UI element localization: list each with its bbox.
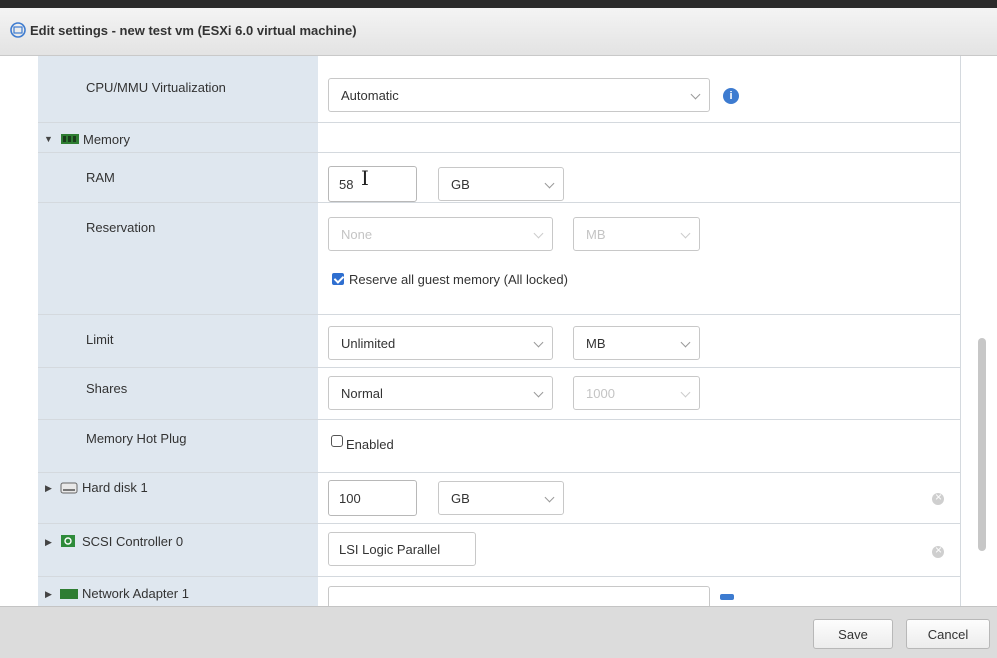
scsi-type-select[interactable]: LSI Logic Parallel xyxy=(328,532,476,566)
divider xyxy=(38,472,960,473)
chevron-down-icon xyxy=(544,178,555,189)
ram-label: RAM xyxy=(86,170,115,185)
shares-value: Normal xyxy=(341,386,383,401)
shares-label: Shares xyxy=(86,381,128,396)
divider xyxy=(38,314,960,315)
memory-hot-plug-label: Memory Hot Plug xyxy=(86,431,187,446)
settings-content: CPU/MMU Virtualization Automatic i ▼ Mem… xyxy=(0,56,997,606)
reservation-unit-value: MB xyxy=(586,227,606,242)
limit-value: Unlimited xyxy=(341,336,396,351)
hard-disk-unit-value: GB xyxy=(451,491,470,506)
chevron-down-icon xyxy=(533,228,544,239)
hard-disk-icon xyxy=(60,482,78,494)
expand-triangle-icon[interactable]: ▶ xyxy=(45,483,52,494)
limit-unit-value: MB xyxy=(586,336,606,351)
expand-triangle-icon[interactable]: ▶ xyxy=(45,537,52,548)
chevron-down-icon xyxy=(690,89,701,100)
shares-number-value: 1000 xyxy=(586,386,615,401)
divider xyxy=(38,576,960,577)
cancel-button[interactable]: Cancel xyxy=(906,619,990,649)
chevron-down-icon xyxy=(680,387,691,398)
reservation-unit-select[interactable]: MB xyxy=(573,217,700,251)
cpu-mmu-value: Automatic xyxy=(341,88,399,103)
chevron-down-icon xyxy=(533,387,544,398)
dialog-footer: Save Cancel xyxy=(0,606,997,658)
chevron-down-icon xyxy=(533,337,544,348)
remove-scsi-icon[interactable] xyxy=(932,543,944,558)
dialog-titlebar: Edit settings - new test vm (ESXi 6.0 vi… xyxy=(0,8,997,56)
divider xyxy=(38,523,960,524)
remove-hard-disk-icon[interactable] xyxy=(932,490,944,505)
limit-select[interactable]: Unlimited xyxy=(328,326,553,360)
reserve-all-checkbox[interactable] xyxy=(332,273,344,285)
memory-section-label[interactable]: Memory xyxy=(83,132,130,147)
network-adapter-label[interactable]: Network Adapter 1 xyxy=(82,586,189,601)
network-adapter-icon xyxy=(60,589,78,599)
reservation-value: None xyxy=(341,227,373,242)
divider xyxy=(38,367,960,368)
vm-icon xyxy=(10,22,26,38)
scsi-controller-icon xyxy=(61,535,75,547)
reservation-select[interactable]: None xyxy=(328,217,553,251)
dialog-title: Edit settings - new test vm (ESXi 6.0 vi… xyxy=(30,23,357,38)
expand-triangle-icon[interactable]: ▶ xyxy=(45,589,52,600)
text-cursor-icon: I xyxy=(361,166,369,190)
limit-label: Limit xyxy=(86,332,114,347)
hot-plug-enabled-label[interactable]: Enabled xyxy=(346,437,394,452)
divider xyxy=(38,202,960,203)
info-icon[interactable]: i xyxy=(723,88,739,104)
scrollbar-thumb[interactable] xyxy=(978,338,986,551)
reservation-label: Reservation xyxy=(86,220,156,235)
cpu-mmu-label: CPU/MMU Virtualization xyxy=(86,80,226,95)
reserve-all-label[interactable]: Reserve all guest memory (All locked) xyxy=(349,272,568,287)
limit-unit-select[interactable]: MB xyxy=(573,326,700,360)
scsi-controller-label[interactable]: SCSI Controller 0 xyxy=(82,534,183,549)
chevron-down-icon xyxy=(544,492,555,503)
divider xyxy=(38,419,960,420)
ram-input[interactable] xyxy=(328,166,417,202)
ram-unit-value: GB xyxy=(451,177,470,192)
hot-plug-checkbox[interactable] xyxy=(331,435,343,447)
network-status-icon xyxy=(720,594,734,600)
hard-disk-label[interactable]: Hard disk 1 xyxy=(82,480,148,495)
chevron-down-icon xyxy=(680,337,691,348)
expand-triangle-icon[interactable]: ▼ xyxy=(44,134,53,144)
scsi-type-value: LSI Logic Parallel xyxy=(339,542,441,557)
ram-unit-select[interactable]: GB xyxy=(438,167,564,201)
divider xyxy=(38,152,960,153)
save-button[interactable]: Save xyxy=(813,619,893,649)
hard-disk-unit-select[interactable]: GB xyxy=(438,481,564,515)
shares-select[interactable]: Normal xyxy=(328,376,553,410)
network-select[interactable] xyxy=(328,586,710,606)
edit-settings-dialog: Edit settings - new test vm (ESXi 6.0 vi… xyxy=(0,8,997,658)
chevron-down-icon xyxy=(680,228,691,239)
hard-disk-size-input[interactable] xyxy=(328,480,417,516)
divider xyxy=(38,122,960,123)
content-border xyxy=(960,56,961,606)
cpu-mmu-select[interactable]: Automatic xyxy=(328,78,710,112)
memory-icon xyxy=(61,134,79,144)
shares-number-field[interactable]: 1000 xyxy=(573,376,700,410)
